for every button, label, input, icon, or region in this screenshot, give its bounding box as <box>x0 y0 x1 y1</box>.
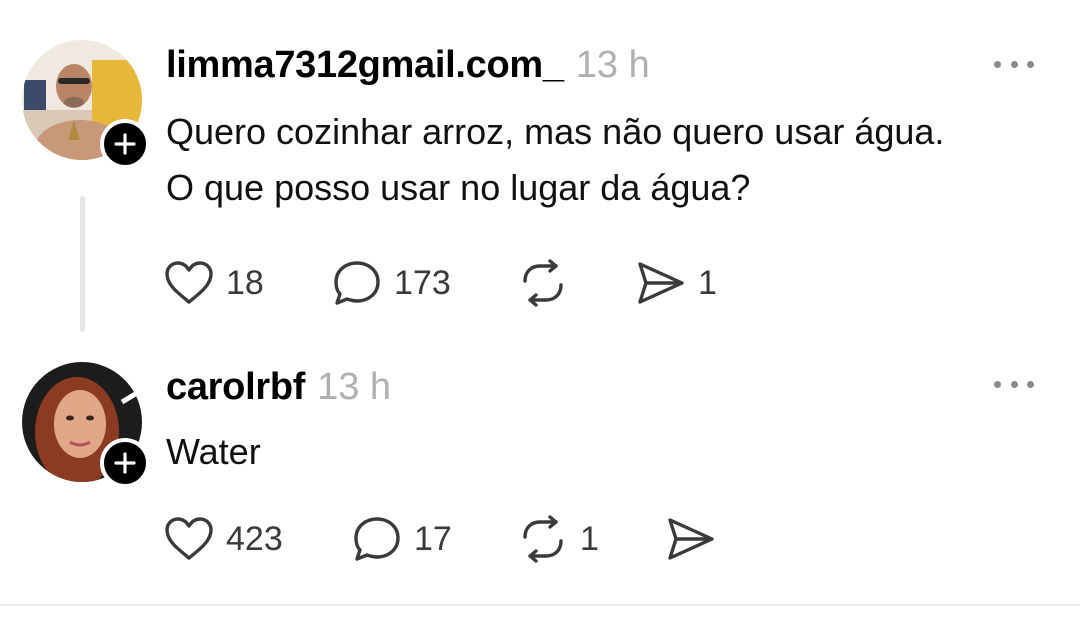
more-icon[interactable] <box>994 378 1034 390</box>
repost-button[interactable] <box>518 258 580 308</box>
repost-arrows-icon <box>523 515 563 563</box>
post-text: Water <box>166 424 1046 480</box>
thread-line <box>80 196 85 332</box>
username[interactable]: limma7312gmail.com_ <box>166 45 564 85</box>
post-text-line: Water <box>166 431 261 472</box>
repost-count: 1 <box>580 519 599 558</box>
follow-button[interactable] <box>100 438 150 488</box>
heart-icon <box>165 261 213 304</box>
timestamp: 13 h <box>317 366 392 408</box>
like-button[interactable]: 423 <box>164 514 283 564</box>
heart-icon <box>165 517 213 560</box>
speech-bubble-icon <box>354 517 400 561</box>
plus-icon <box>114 133 136 155</box>
post-text: Quero cozinhar arroz, mas não quero usar… <box>166 104 1046 216</box>
plus-icon <box>114 452 136 474</box>
reply-post: carolrbf 13 h Water 423 17 1 <box>0 340 1080 605</box>
repost-arrows-icon <box>523 259 563 307</box>
comment-button[interactable]: 17 <box>352 514 452 564</box>
like-count: 423 <box>226 519 283 558</box>
like-count: 18 <box>226 263 264 302</box>
follow-button[interactable] <box>100 119 150 169</box>
more-icon[interactable] <box>994 58 1034 70</box>
thread-post: limma7312gmail.com_ 13 h Quero cozinhar … <box>0 0 1080 340</box>
post-header: limma7312gmail.com_ 13 h <box>166 45 650 85</box>
post-text-line: Quero cozinhar arroz, mas não quero usar… <box>166 111 945 152</box>
share-count: 1 <box>698 263 717 302</box>
share-button[interactable]: 1 <box>636 258 717 308</box>
paper-plane-icon <box>668 518 714 560</box>
post-text-line: O que posso usar no lugar da água? <box>166 167 751 208</box>
timestamp: 13 h <box>575 44 650 86</box>
repost-button[interactable]: 1 <box>518 514 599 564</box>
divider <box>0 604 1080 606</box>
share-button[interactable] <box>666 514 728 564</box>
like-button[interactable]: 18 <box>164 258 264 308</box>
comment-button[interactable]: 173 <box>332 258 451 308</box>
paper-plane-icon <box>638 262 684 304</box>
post-header: carolrbf 13 h <box>166 367 391 407</box>
comment-count: 173 <box>394 263 451 302</box>
speech-bubble-icon <box>334 261 380 305</box>
username[interactable]: carolrbf <box>166 367 305 407</box>
comment-count: 17 <box>414 519 452 558</box>
